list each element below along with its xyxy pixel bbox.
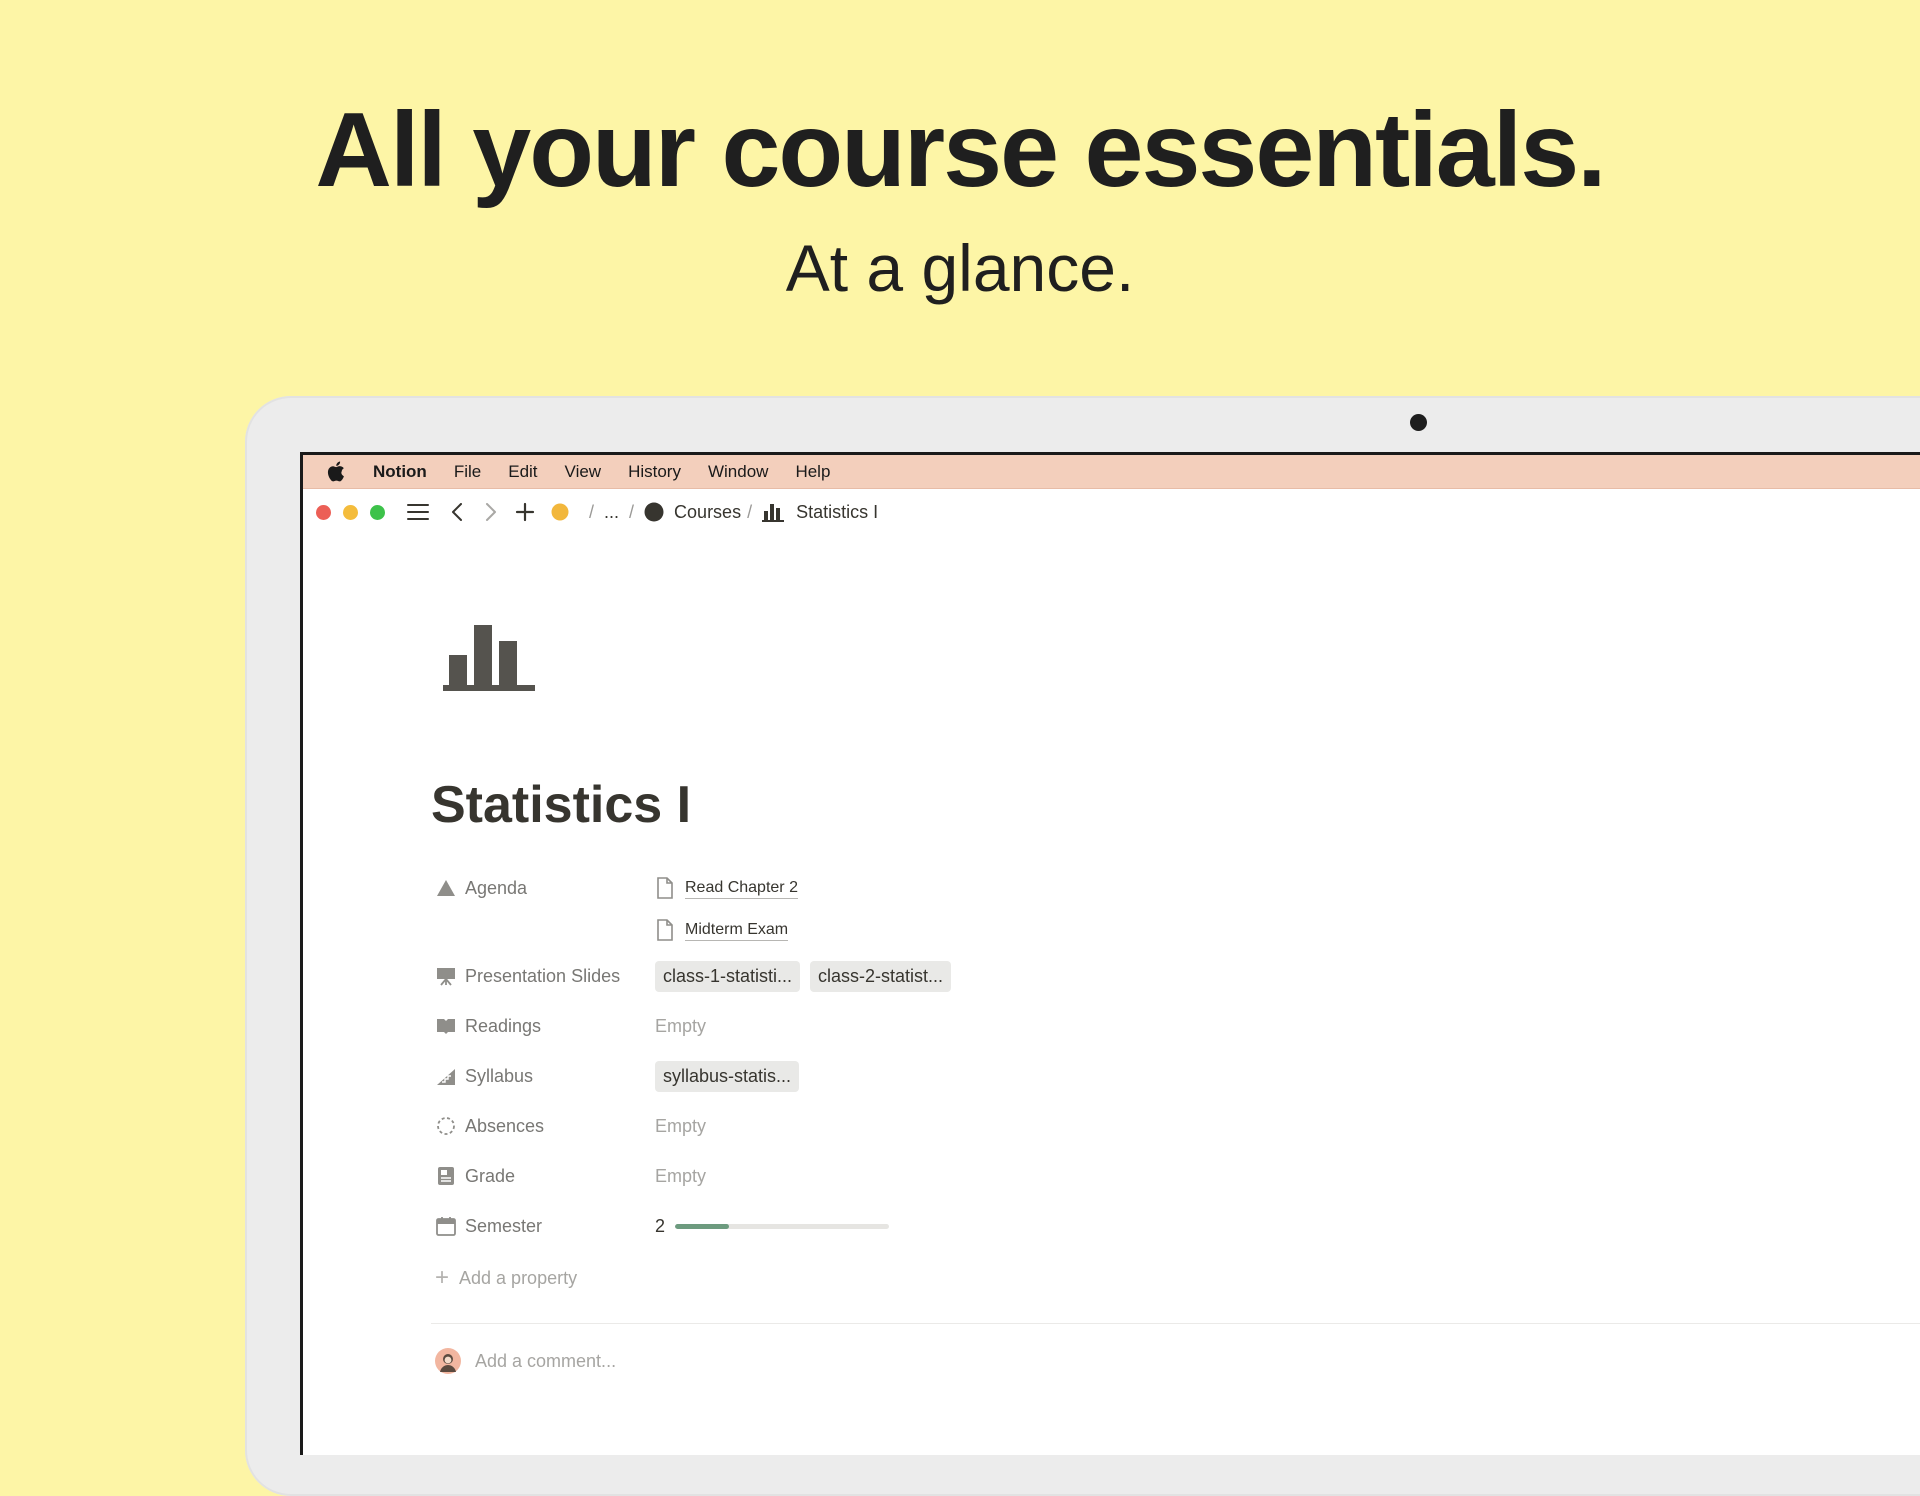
property-semester: Semester 2 [431,1201,1920,1251]
workspace-dot-icon[interactable] [551,503,569,521]
page-title[interactable]: Statistics I [431,773,1920,837]
relation-item-label: Read Chapter 2 [685,878,798,899]
minimize-window-button[interactable] [343,504,358,520]
file-chip[interactable]: syllabus-statis... [655,1060,800,1092]
menu-edit[interactable]: Edit [508,462,537,482]
hero-title: All your course essentials. [315,91,1606,209]
semester-progress[interactable]: 2 [655,1201,890,1251]
menu-app-name[interactable]: Notion [373,462,427,482]
semester-progress-bar [675,1223,890,1229]
property-absences: Absences Empty [431,1101,1920,1151]
property-agenda-label[interactable]: Agenda [431,863,655,913]
property-readings: Readings Empty [431,1001,1920,1051]
grade-value[interactable]: Empty [655,1151,706,1201]
property-absences-name: Absences [465,1115,545,1136]
grade-icon [435,1165,457,1187]
property-semester-label[interactable]: Semester [431,1201,655,1251]
presentation-icon [435,965,457,987]
absences-value[interactable]: Empty [655,1101,706,1151]
property-grade-label[interactable]: Grade [431,1151,655,1201]
triangle-icon [435,877,457,899]
document-icon [657,919,673,941]
property-presentation-slides: Presentation Slides class-1-statisti... … [431,951,1920,1001]
property-syllabus-name: Syllabus [465,1065,534,1086]
menu-file[interactable]: File [454,462,481,482]
plus-icon: + [435,1264,450,1291]
property-absences-label[interactable]: Absences [431,1101,655,1151]
breadcrumb-separator: / [747,501,753,522]
semester-number: 2 [655,1215,666,1236]
page-content: Statistics I Agenda Read Chapter 2 Midte… [431,615,1920,1398]
camera-dot [1410,414,1427,431]
add-property-label: Add a property [459,1267,578,1288]
property-agenda: Agenda Read Chapter 2 Midterm Exam [431,863,1920,951]
sidebar-toggle-icon[interactable] [407,503,429,521]
breadcrumb-courses-label: Courses [674,501,742,522]
breadcrumb-separator: / [589,501,595,522]
menu-history[interactable]: History [628,462,681,482]
syllabus-files: syllabus-statis... [655,1051,809,1101]
dashed-circle-icon [435,1115,457,1137]
breadcrumb-separator: / [629,501,635,522]
breadcrumb-current[interactable]: Statistics I [758,502,878,523]
property-grade: Grade Empty [431,1151,1920,1201]
close-window-button[interactable] [316,504,331,520]
property-slides-label[interactable]: Presentation Slides [431,951,655,1001]
property-semester-name: Semester [465,1215,543,1236]
file-chip[interactable]: class-1-statisti... [655,960,801,992]
bar-chart-icon[interactable] [437,615,537,705]
breadcrumb-current-label: Statistics I [796,501,879,522]
menu-bar: Notion File Edit View History Window Hel… [303,455,1920,489]
hero-subtitle: At a glance. [785,231,1135,305]
property-syllabus-label[interactable]: Syllabus [431,1051,655,1101]
agenda-relations: Read Chapter 2 Midterm Exam [655,863,798,951]
property-grade-name: Grade [465,1165,516,1186]
relation-item[interactable]: Midterm Exam [655,909,798,951]
toolbar: / ... / Courses / Statistics I [303,489,1920,535]
new-page-plus-icon[interactable] [515,502,535,522]
property-slides-name: Presentation Slides [465,965,621,986]
slides-files: class-1-statisti... class-2-statist... [655,951,961,1001]
avatar [435,1348,461,1374]
add-property-button[interactable]: + Add a property [431,1253,1920,1303]
menu-window[interactable]: Window [708,462,768,482]
relation-item-label: Midterm Exam [685,920,789,941]
comment-placeholder: Add a comment... [475,1350,617,1371]
property-readings-label[interactable]: Readings [431,1001,655,1051]
apple-icon[interactable] [327,461,349,483]
calendar-icon [435,1215,457,1237]
menu-view[interactable]: View [565,462,602,482]
breadcrumb-courses[interactable]: Courses [640,502,741,523]
properties-list: Agenda Read Chapter 2 Midterm Exam Prese… [431,863,1920,1303]
app-window: Notion File Edit View History Window Hel… [300,452,1920,1455]
forward-arrow-icon[interactable] [485,503,497,521]
readings-value[interactable]: Empty [655,1001,706,1051]
zoom-window-button[interactable] [370,504,385,520]
menu-help[interactable]: Help [795,462,830,482]
property-readings-name: Readings [465,1015,542,1036]
property-syllabus: Syllabus syllabus-statis... [431,1051,1920,1101]
relation-item[interactable]: Read Chapter 2 [655,867,798,909]
document-icon [657,877,673,899]
courses-circle-icon [644,502,664,522]
file-chip[interactable]: class-2-statist... [810,960,952,992]
bar-chart-small-icon [762,504,785,522]
back-arrow-icon[interactable] [451,503,463,521]
breadcrumb-ellipsis[interactable]: ... [604,502,619,523]
chart-icon [435,1065,457,1087]
book-icon [435,1015,457,1037]
property-agenda-name: Agenda [465,877,528,898]
semester-progress-fill [675,1223,729,1229]
comment-input[interactable]: Add a comment... [431,1324,1920,1398]
